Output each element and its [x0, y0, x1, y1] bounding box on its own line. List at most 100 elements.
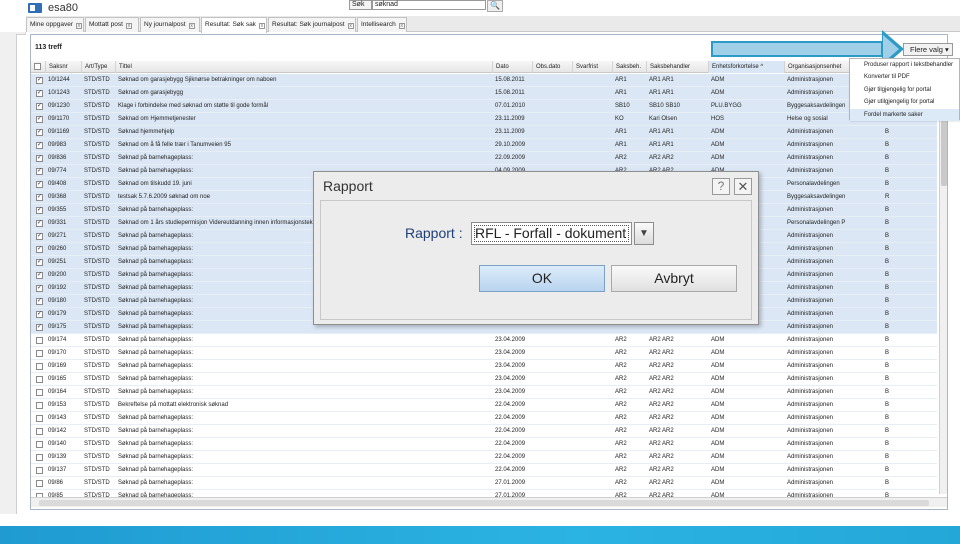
row-checkbox[interactable]: [36, 454, 43, 461]
row-checkbox[interactable]: ✓: [36, 194, 43, 201]
table-row[interactable]: 09/165 STD/STD Søknad på barnehageplass: 23…: [31, 373, 937, 386]
search-scope-select[interactable]: Søk: [349, 0, 372, 10]
tab-intellisearch[interactable]: Intellisearch x: [357, 17, 407, 32]
table-cell: B: [885, 233, 890, 239]
table-row[interactable]: 09/170 STD/STD Søknad på barnehageplass: 23…: [31, 347, 937, 360]
select-all-checkbox-cell[interactable]: [31, 61, 45, 73]
column-header[interactable]: Art/Type: [81, 61, 115, 73]
table-cell: SB10 SB10: [649, 103, 681, 109]
table-row[interactable]: 09/137 STD/STD Søknad på barnehageplass: 22…: [31, 464, 937, 477]
table-row[interactable]: ✓ 09/1230 STD/STD Klage i forbindelse med s…: [31, 100, 937, 113]
menu-item-convert-pdf[interactable]: Konverter til PDF: [850, 71, 959, 83]
table-row[interactable]: ✓ 10/1244 STD/STD Søknad om garasjebygg Sji…: [31, 74, 937, 87]
table-row[interactable]: ✓ 09/1169 STD/STD Søknad hjemmehjelp 23.11.2…: [31, 126, 937, 139]
tab-mottatt-post[interactable]: Mottatt post x: [85, 17, 139, 32]
column-header[interactable]: Saksnr: [45, 61, 81, 73]
table-row[interactable]: ✓ 09/1170 STD/STD Søknad om Hjemmetjenester…: [31, 113, 937, 126]
close-icon[interactable]: x: [125, 23, 132, 29]
row-checkbox[interactable]: [36, 402, 43, 409]
column-header[interactable]: Saksbeh.: [612, 61, 646, 73]
row-checkbox[interactable]: [36, 480, 43, 487]
row-checkbox[interactable]: ✓: [36, 77, 43, 84]
row-checkbox[interactable]: ✓: [36, 168, 43, 175]
row-checkbox[interactable]: ✓: [36, 233, 43, 240]
table-row[interactable]: ✓ 09/836 STD/STD Søknad på barnehageplass: 2…: [31, 152, 937, 165]
row-checkbox[interactable]: ✓: [36, 220, 43, 227]
row-checkbox[interactable]: ✓: [36, 298, 43, 305]
column-header[interactable]: Dato: [492, 61, 532, 73]
close-icon[interactable]: x: [188, 23, 195, 29]
menu-item-make-available[interactable]: Gjør tilgjengelig for portal: [850, 84, 959, 96]
close-icon[interactable]: x: [258, 23, 265, 29]
tab-resultat-sok-journalpost[interactable]: Resultat: Søk journalpost x: [268, 17, 356, 32]
close-icon[interactable]: ✕: [734, 178, 752, 195]
row-checkbox[interactable]: [36, 415, 43, 422]
tab-resultat-sok-sak[interactable]: Resultat: Søk sak x: [201, 17, 267, 33]
row-checkbox[interactable]: ✓: [36, 324, 43, 331]
column-header-sorted[interactable]: Enhetsforkortelse ^: [708, 61, 784, 73]
column-header[interactable]: Saksbehandler: [646, 61, 708, 73]
table-cell: Personalavdelingen: [787, 181, 840, 187]
more-options-button[interactable]: Flere valg ▾: [903, 43, 953, 56]
row-checkbox[interactable]: [36, 389, 43, 396]
row-checkbox[interactable]: ✓: [36, 259, 43, 266]
row-checkbox[interactable]: ✓: [36, 246, 43, 253]
row-checkbox[interactable]: ✓: [36, 103, 43, 110]
row-checkbox[interactable]: [36, 337, 43, 344]
table-row[interactable]: ✓ 09/983 STD/STD Søknad om å få felle trær …: [31, 139, 937, 152]
menu-item-make-unavailable[interactable]: Gjør utilgjengelig for portal: [850, 96, 959, 108]
column-header[interactable]: Obs.dato: [532, 61, 572, 73]
row-checkbox[interactable]: ✓: [36, 311, 43, 318]
row-checkbox[interactable]: [36, 350, 43, 357]
column-header[interactable]: Tittel: [115, 61, 492, 73]
menu-item-produce-report[interactable]: Produser rapport i tekstbehandler: [850, 59, 959, 71]
tab-ny-journalpost[interactable]: Ny journalpost x: [140, 17, 200, 32]
tab-mine-oppgaver[interactable]: Mine oppgaver x: [26, 17, 84, 32]
select-all-checkbox[interactable]: [34, 63, 41, 70]
table-row[interactable]: 09/142 STD/STD Søknad på barnehageplass: 22…: [31, 425, 937, 438]
table-row[interactable]: 09/143 STD/STD Søknad på barnehageplass: 22…: [31, 412, 937, 425]
horizontal-scrollbar[interactable]: [31, 497, 947, 507]
row-checkbox[interactable]: ✓: [36, 272, 43, 279]
row-checkbox[interactable]: ✓: [36, 90, 43, 97]
row-checkbox[interactable]: ✓: [36, 142, 43, 149]
table-cell: 09/1230: [48, 103, 70, 109]
vertical-scrollbar[interactable]: [939, 74, 947, 494]
ok-button[interactable]: OK: [479, 265, 605, 292]
table-row[interactable]: 09/174 STD/STD Søknad på barnehageplass: 23…: [31, 334, 937, 347]
table-row[interactable]: 09/153 STD/STD Bekreftelse på mottatt elek…: [31, 399, 937, 412]
search-input[interactable]: søknad: [372, 0, 486, 10]
row-checkbox[interactable]: [36, 441, 43, 448]
chevron-down-icon[interactable]: ▼: [634, 222, 654, 245]
row-checkbox[interactable]: ✓: [36, 116, 43, 123]
row-checkbox[interactable]: [36, 376, 43, 383]
table-cell: AR2 AR2: [649, 350, 674, 356]
row-checkbox[interactable]: ✓: [36, 207, 43, 214]
close-icon[interactable]: x: [76, 23, 82, 29]
row-checkbox[interactable]: ✓: [36, 285, 43, 292]
cancel-button[interactable]: Avbryt: [611, 265, 737, 292]
close-icon[interactable]: x: [398, 23, 405, 29]
column-header[interactable]: Svarfrist: [572, 61, 612, 73]
row-checkbox[interactable]: ✓: [36, 155, 43, 162]
table-row[interactable]: 09/139 STD/STD Søknad på barnehageplass: 22…: [31, 451, 937, 464]
table-row[interactable]: 09/169 STD/STD Søknad på barnehageplass: 23…: [31, 360, 937, 373]
help-icon[interactable]: ?: [712, 178, 730, 195]
table-row[interactable]: 09/140 STD/STD Søknad på barnehageplass: 22…: [31, 438, 937, 451]
table-cell: AR2: [615, 480, 627, 486]
report-select[interactable]: RFL - Forfall - dokument: [471, 222, 632, 245]
table-cell: STD/STD: [84, 350, 110, 356]
table-row[interactable]: 09/86 STD/STD Søknad på barnehageplass: 27.…: [31, 477, 937, 490]
row-checkbox[interactable]: [36, 363, 43, 370]
row-checkbox[interactable]: ✓: [36, 181, 43, 188]
side-panel-collapsed[interactable]: [16, 34, 26, 520]
table-row[interactable]: 09/164 STD/STD Søknad på barnehageplass: 23…: [31, 386, 937, 399]
close-icon[interactable]: x: [347, 23, 354, 29]
menu-item-distribute-selected[interactable]: Fordel markerte saker: [850, 108, 959, 121]
row-checkbox[interactable]: ✓: [36, 129, 43, 136]
search-icon[interactable]: 🔍: [487, 0, 503, 12]
table-row[interactable]: ✓ 10/1243 STD/STD Søknad om garasjebygg 15.0…: [31, 87, 937, 100]
row-checkbox[interactable]: [36, 428, 43, 435]
row-checkbox[interactable]: [36, 467, 43, 474]
scroll-thumb[interactable]: [39, 500, 929, 506]
